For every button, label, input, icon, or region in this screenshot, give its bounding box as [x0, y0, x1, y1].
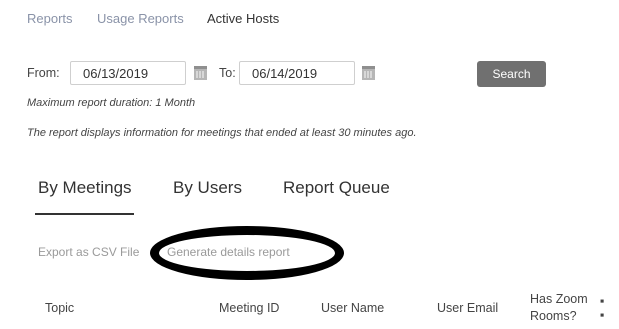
- from-date-input[interactable]: 06/13/2019: [70, 61, 186, 85]
- calendar-icon[interactable]: [362, 66, 375, 80]
- calendar-icon[interactable]: [194, 66, 207, 80]
- column-user-name[interactable]: User Name: [321, 301, 384, 315]
- annotation-ellipse: [150, 226, 344, 280]
- column-has-zoom-rooms[interactable]: Has Zoom Rooms?: [530, 291, 592, 325]
- export-csv-link[interactable]: Export as CSV File: [38, 245, 139, 259]
- column-topic[interactable]: Topic: [45, 301, 74, 315]
- column-truncated: ▪ ▪: [600, 294, 605, 320]
- search-button[interactable]: Search: [477, 61, 546, 87]
- breadcrumb-active-hosts: Active Hosts: [207, 11, 280, 26]
- active-tab-underline: [35, 213, 134, 215]
- tab-report-queue[interactable]: Report Queue: [283, 178, 390, 198]
- to-label: To:: [219, 66, 236, 80]
- from-label: From:: [27, 66, 60, 80]
- breadcrumb-reports[interactable]: Reports: [27, 11, 73, 26]
- report-info-note: The report displays information for meet…: [27, 127, 417, 139]
- tab-by-meetings[interactable]: By Meetings: [38, 178, 132, 198]
- column-user-email[interactable]: User Email: [437, 301, 498, 315]
- column-meeting-id[interactable]: Meeting ID: [219, 301, 279, 315]
- max-duration-note: Maximum report duration: 1 Month: [27, 97, 196, 109]
- breadcrumb-usage-reports[interactable]: Usage Reports: [97, 11, 184, 26]
- active-hosts-report-page: Reports Usage Reports Active Hosts From:…: [0, 0, 619, 329]
- tab-by-users[interactable]: By Users: [173, 178, 242, 198]
- to-date-input[interactable]: 06/14/2019: [239, 61, 355, 85]
